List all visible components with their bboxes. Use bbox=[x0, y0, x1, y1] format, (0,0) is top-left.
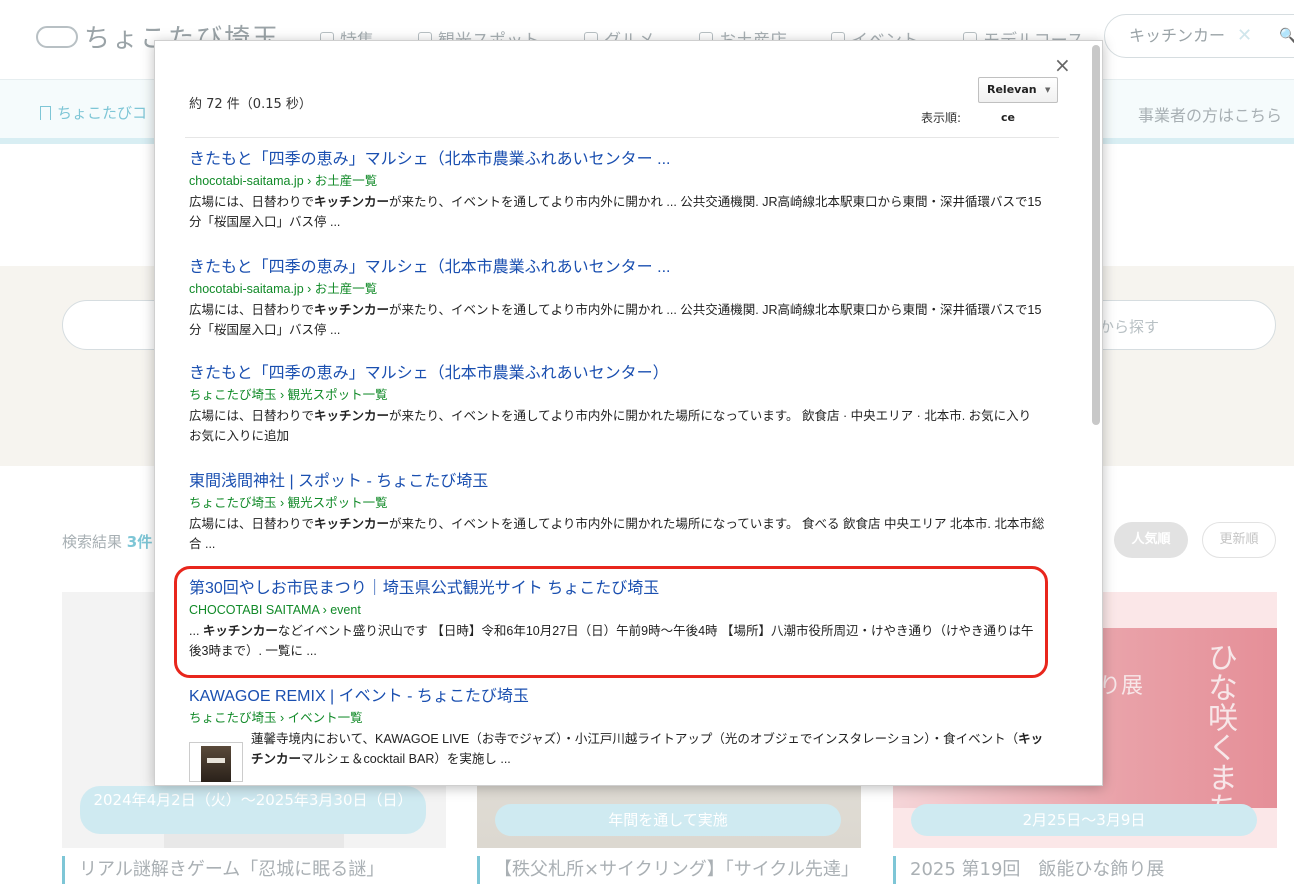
result-snippet: 蓮馨寺境内において、KAWAGOE LIVE（お寺でジャズ）・小江戸川越ライトア… bbox=[251, 732, 1044, 766]
result-thumbnail-image bbox=[201, 746, 231, 782]
header-search-value: キッチンカー bbox=[1129, 26, 1226, 45]
sort-updated-button[interactable]: 更新順 bbox=[1202, 522, 1276, 558]
header-search-input[interactable]: キッチンカー ✕ 🔍 bbox=[1104, 14, 1294, 58]
result-title-link[interactable]: 東間浅間神社 | スポット - ちょこたび埼玉 bbox=[189, 471, 1045, 493]
result-title-link[interactable]: 第30回やしお市民まつり｜埼玉県公式観光サイト ちょこたび埼玉 bbox=[189, 578, 1045, 600]
event-card-date: 2024年4月2日（火）〜2025年3月30日（日） bbox=[80, 786, 426, 834]
cloud-logo-icon bbox=[36, 25, 78, 48]
modal-scrollbar[interactable] bbox=[1092, 45, 1100, 425]
result-snippet: 広場には、日替わりでキッチンカーが来たり、イベントを通してより市内外に開かれた場… bbox=[189, 409, 1032, 443]
result-snippet: 広場には、日替わりでキッチンカーが来たり、イベントを通してより市内外に開かれ .… bbox=[189, 303, 1042, 337]
result-title-link[interactable]: きたもと「四季の恵み」マルシェ（北本市農業ふれあいセンター） bbox=[189, 363, 1045, 385]
close-icon[interactable]: × bbox=[1054, 55, 1071, 75]
search-result: きたもと「四季の恵み」マルシェ（北本市農業ふれあいセンター ... chocot… bbox=[189, 257, 1045, 340]
sort-order-value: Relevan bbox=[987, 83, 1037, 96]
event-card-title[interactable]: 2025 第19回 飯能ひな飾り展 bbox=[893, 856, 1164, 884]
search-result: KAWAGOE REMIX | イベント - ちょこたび埼玉 ちょこたび埼玉 ›… bbox=[189, 686, 1045, 782]
sort-order-select[interactable]: Relevan ▼ bbox=[978, 77, 1058, 103]
result-title-link[interactable]: きたもと「四季の恵み」マルシェ（北本市農業ふれあいセンター ... bbox=[189, 149, 1045, 171]
result-url: chocotabi-saitama.jp › お土産一覧 bbox=[189, 174, 378, 188]
result-title-link[interactable]: きたもと「四季の恵み」マルシェ（北本市農業ふれあいセンター ... bbox=[189, 257, 1045, 279]
search-result: きたもと「四季の恵み」マルシェ（北本市農業ふれあいセンター） ちょこたび埼玉 ›… bbox=[189, 363, 1045, 446]
subbar-left-link[interactable]: ちょこたびコ bbox=[40, 102, 147, 123]
search-result: 第30回やしお市民まつり｜埼玉県公式観光サイト ちょこたび埼玉 CHOCOTAB… bbox=[189, 578, 1045, 661]
sort-order-value-overflow: ce bbox=[1001, 111, 1015, 124]
result-thumbnail[interactable] bbox=[189, 742, 243, 782]
event-card-image-text: ひな咲くまち bbox=[1202, 642, 1237, 822]
bookmark-icon bbox=[40, 105, 51, 120]
result-stats: 約 72 件（0.15 秒） bbox=[189, 97, 312, 112]
search-result: 東間浅間神社 | スポット - ちょこたび埼玉 ちょこたび埼玉 › 観光スポット… bbox=[189, 471, 1045, 554]
event-card-title[interactable]: 【秩父札所×サイクリング】「サイクル先達」 bbox=[477, 856, 859, 884]
result-url: ちょこたび埼玉 › 観光スポット一覧 bbox=[189, 388, 388, 402]
event-card-title[interactable]: リアル謎解きゲーム「忍城に眠る謎」 bbox=[62, 856, 384, 884]
divider bbox=[185, 137, 1059, 138]
result-url: ちょこたび埼玉 › イベント一覧 bbox=[189, 711, 363, 725]
sort-popular-button[interactable]: 人気順 bbox=[1114, 522, 1188, 558]
search-icon[interactable]: 🔍 bbox=[1279, 15, 1294, 57]
result-url: chocotabi-saitama.jp › お土産一覧 bbox=[189, 282, 378, 296]
search-results-modal: × 約 72 件（0.15 秒） Relevan ▼ 表示順: ce きたもと「… bbox=[154, 40, 1103, 786]
clear-icon[interactable]: ✕ bbox=[1237, 25, 1252, 46]
result-url: CHOCOTABI SAITAMA › event bbox=[189, 603, 361, 617]
business-link[interactable]: 事業者の方はこちら bbox=[1138, 102, 1282, 126]
result-url: ちょこたび埼玉 › 観光スポット一覧 bbox=[189, 496, 388, 510]
event-card-date: 年間を通して実施 bbox=[495, 804, 841, 836]
sort-order-label: 表示順: bbox=[921, 111, 962, 125]
search-result: きたもと「四季の恵み」マルシェ（北本市農業ふれあいセンター ... chocot… bbox=[189, 149, 1045, 232]
event-card-image-text: り展 bbox=[1099, 674, 1144, 699]
dropdown-arrow-icon: ▼ bbox=[1045, 86, 1051, 94]
results-count: 検索結果 3件 bbox=[62, 533, 153, 551]
results-count-number: 3件 bbox=[126, 533, 153, 551]
result-snippet: 広場には、日替わりでキッチンカーが来たり、イベントを通してより市内外に開かれた場… bbox=[189, 517, 1045, 551]
event-card-date: 2月25日〜3月9日 bbox=[911, 804, 1257, 836]
result-title-link[interactable]: KAWAGOE REMIX | イベント - ちょこたび埼玉 bbox=[189, 686, 1045, 708]
result-snippet: ... キッチンカーなどイベント盛り沢山です 【日時】令和6年10月27日（日）… bbox=[189, 624, 1034, 658]
result-snippet: 広場には、日替わりでキッチンカーが来たり、イベントを通してより市内外に開かれ .… bbox=[189, 195, 1042, 229]
hero-search-hint: から探す bbox=[1099, 318, 1160, 336]
